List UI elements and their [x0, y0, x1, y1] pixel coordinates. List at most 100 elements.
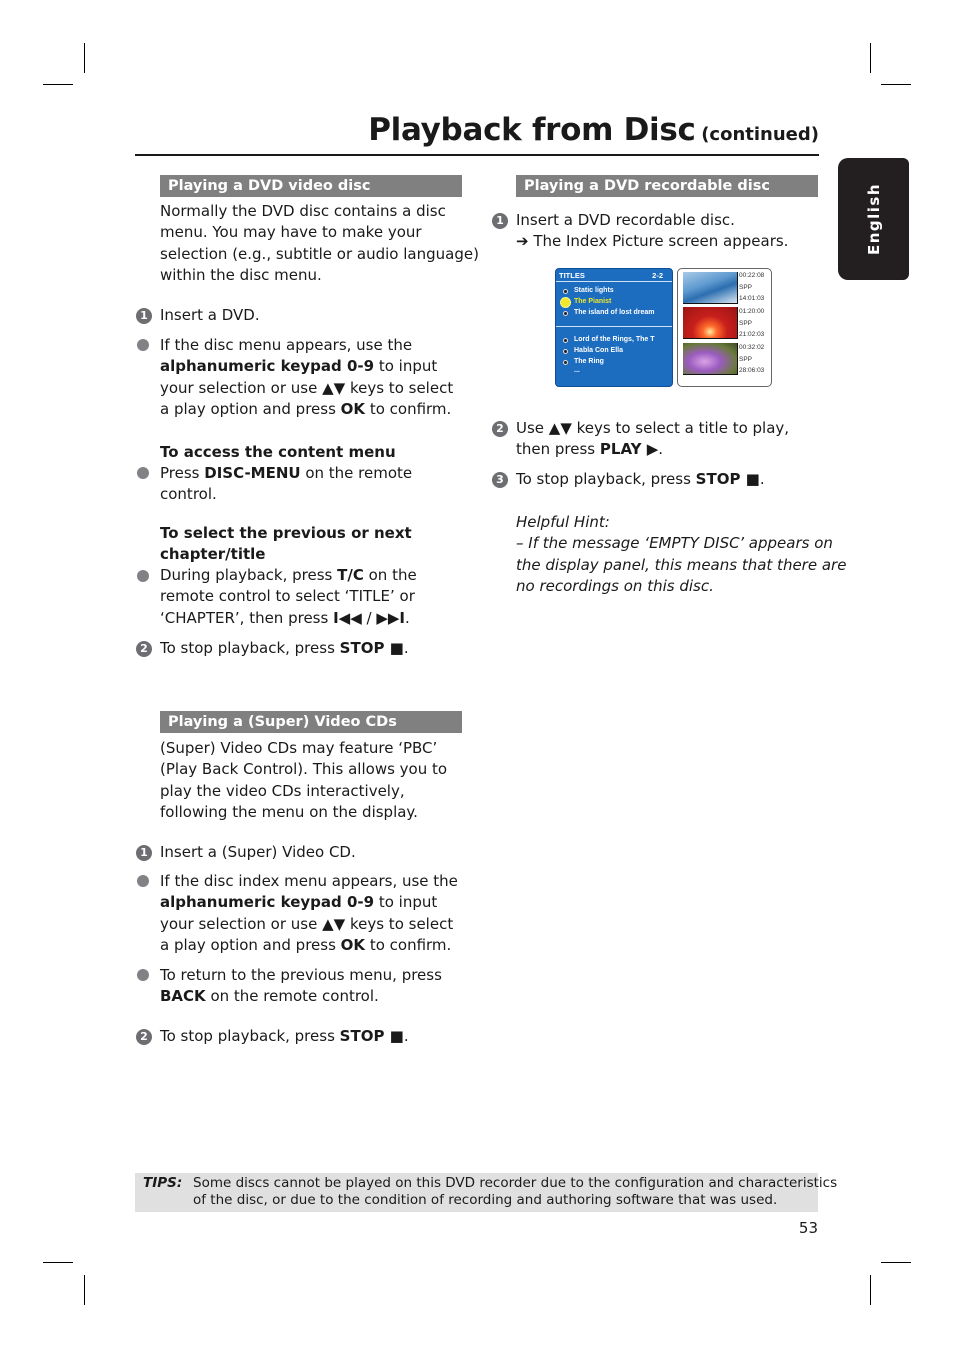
- more-titles-ellipsis: ...: [574, 367, 580, 374]
- title-bullet-icon: [563, 349, 568, 354]
- bullet-vcd-index-menu: If the disc index menu appears, use the …: [160, 871, 458, 956]
- step-number-badge: 1: [492, 213, 508, 229]
- subheading: To select the previous or next: [160, 524, 412, 542]
- title-item[interactable]: The island of lost dream: [574, 309, 655, 316]
- keypad-label: alphanumeric keypad 0-9: [160, 357, 375, 376]
- ok-label: OK: [340, 935, 366, 954]
- recordable-step-2: Use ▲▼ keys to select a title to play, t…: [516, 418, 789, 461]
- text-span: your selection or use: [160, 914, 323, 933]
- text-span: Use: [516, 419, 549, 437]
- crop-mark: [43, 1262, 73, 1263]
- text-span: .: [759, 470, 765, 488]
- text-span: Press: [160, 464, 205, 482]
- hint-title: Helpful Hint:: [516, 513, 610, 531]
- title-bullet-icon: [563, 289, 568, 294]
- tips-label: TIPS:: [143, 1175, 183, 1191]
- record-mode: SPP: [739, 283, 753, 291]
- title-item[interactable]: The Ring: [574, 358, 604, 365]
- record-time: 28:06:03: [739, 367, 765, 374]
- tc-label: T/C: [337, 566, 364, 584]
- crop-mark: [870, 43, 871, 73]
- section-heading-vcd: Playing a (Super) Video CDs: [160, 711, 462, 733]
- text-line: If the disc menu appears, use the: [160, 336, 413, 354]
- intro-line: following the menu on the display.: [160, 802, 418, 821]
- thumbnail-surfer-image[interactable]: [683, 272, 738, 304]
- text-line: If the disc index menu appears, use the: [160, 872, 458, 890]
- page-number: 53: [798, 1219, 818, 1237]
- tips-line: Some discs cannot be played on this DVD …: [193, 1175, 838, 1191]
- step-1-text: Insert a DVD.: [160, 306, 260, 324]
- crop-mark: [881, 1262, 911, 1263]
- record-time: 14:01:03: [739, 295, 765, 302]
- intro-line: (Super) Video CDs may feature ‘PBC’: [160, 739, 438, 757]
- play-label: PLAY ▶: [599, 440, 659, 459]
- text-span: your selection or use: [160, 378, 323, 397]
- selection-cursor-icon: [560, 297, 571, 308]
- text-line: control.: [160, 485, 217, 504]
- text-span: To stop playback, press: [160, 1027, 340, 1045]
- page-title-main: Playback from Disc: [368, 112, 696, 148]
- thumbnail-sunset-image[interactable]: [683, 307, 738, 339]
- title-item-selected[interactable]: The Pianist: [574, 298, 611, 305]
- up-down-arrow-icon: ▲▼: [322, 378, 346, 397]
- step-number-badge: 2: [136, 641, 152, 657]
- osd-header: TITLES 2-2: [559, 271, 669, 280]
- hint-line: – If the message ‘EMPTY DISC’ appears on: [516, 534, 833, 553]
- crop-mark: [870, 1275, 871, 1305]
- duration: 01:20:00: [739, 308, 765, 315]
- title-rule: [135, 154, 819, 156]
- osd-header-label: TITLES: [559, 271, 585, 280]
- text-line: Insert a DVD recordable disc.: [516, 211, 735, 229]
- text-span: /: [361, 608, 377, 627]
- duration: 00:22:08: [739, 272, 765, 279]
- text-span: on the remote: [300, 464, 413, 482]
- previous-icon: I◀◀: [333, 608, 362, 627]
- text-line: To return to the previous menu, press: [160, 966, 442, 984]
- title-item[interactable]: Lord of the Rings, The T: [574, 336, 655, 343]
- text-span: .: [403, 639, 409, 657]
- vcd-step-1-text: Insert a (Super) Video CD.: [160, 843, 356, 861]
- bullet-disc-menu: If the disc menu appears, use the alphan…: [160, 335, 453, 420]
- text-span: a play option and press: [160, 935, 341, 954]
- up-down-arrow-icon: ▲▼: [548, 419, 572, 437]
- step-number-badge: 2: [492, 421, 508, 437]
- text-span: keys to select: [345, 914, 454, 933]
- crop-mark: [43, 84, 73, 85]
- text-span: To stop playback, press: [160, 639, 340, 657]
- text-span: to input: [374, 357, 438, 376]
- stop-label: STOP ■: [695, 470, 760, 488]
- duration: 00:32:02: [739, 344, 765, 351]
- title-item[interactable]: Static lights: [574, 287, 614, 294]
- bullet-icon: [137, 467, 149, 479]
- divider: [556, 281, 672, 282]
- divider: [556, 326, 672, 327]
- ok-label: OK: [340, 399, 366, 418]
- language-tab: English: [838, 158, 909, 280]
- text-span: During playback, press: [160, 566, 338, 584]
- thumbnail-info: 00:22:08 SPP 14:01:03: [739, 270, 764, 305]
- tips-body: Some discs cannot be played on this DVD …: [193, 1175, 837, 1209]
- next-icon: ▶▶I: [376, 608, 405, 627]
- bullet-vcd-back: To return to the previous menu, press BA…: [160, 965, 442, 1008]
- text-span: keys to select a title to play,: [571, 419, 790, 437]
- recordable-step-3: To stop playback, press STOP ■.: [516, 469, 765, 490]
- crop-mark: [881, 84, 911, 85]
- thumbnail-info: 01:20:00 SPP 21:02:03: [739, 306, 764, 341]
- helpful-hint: Helpful Hint: – If the message ‘EMPTY DI…: [516, 512, 846, 597]
- tips-line: of the disc, or due to the condition of …: [193, 1192, 778, 1208]
- page-title: Playback from Disc (continued): [135, 112, 819, 148]
- bullet-icon: [137, 339, 149, 351]
- step-number-badge: 2: [136, 1029, 152, 1045]
- recordable-step-1: Insert a DVD recordable disc. ➔ The Inde…: [516, 210, 788, 253]
- text-span: to confirm.: [365, 399, 452, 418]
- thumbnail-reef-image[interactable]: [683, 343, 738, 375]
- step-2-text: To stop playback, press STOP ■.: [160, 638, 409, 659]
- hint-line: the display panel, this means that there…: [516, 555, 847, 574]
- hint-line: no recordings on this disc.: [516, 576, 714, 595]
- title-item[interactable]: Habla Con Ella: [574, 347, 623, 354]
- text-span: to input: [374, 893, 438, 912]
- text-span: keys to select: [345, 378, 454, 397]
- section-heading-dvd-recordable: Playing a DVD recordable disc: [516, 175, 818, 197]
- record-mode: SPP: [739, 319, 753, 327]
- section-heading-dvd-video: Playing a DVD video disc: [160, 175, 462, 197]
